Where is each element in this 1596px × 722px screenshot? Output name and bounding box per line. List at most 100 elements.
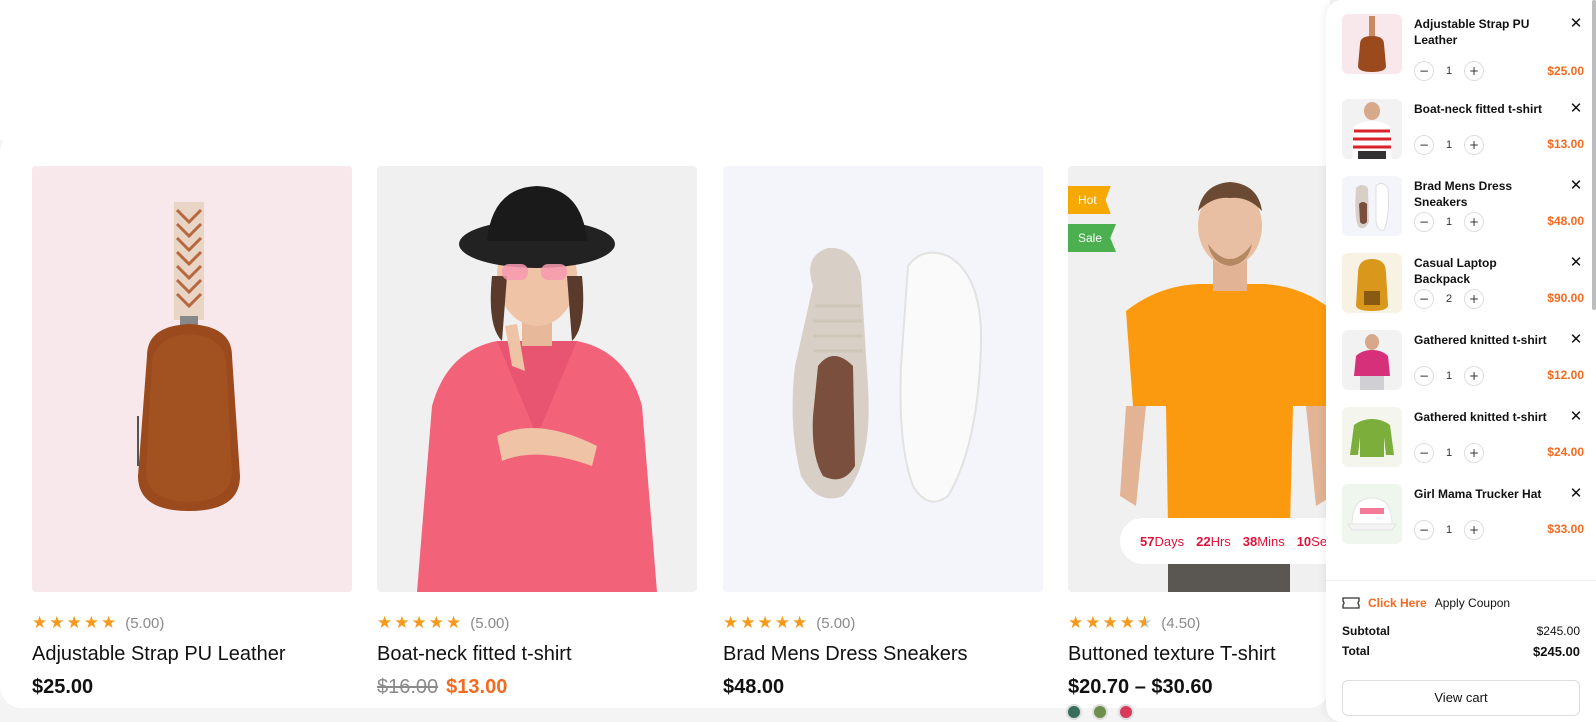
mini-cart-panel: Adjustable Strap PU Leather ✕ − 1 + $25.… bbox=[1326, 0, 1596, 722]
price: $25.00 bbox=[32, 676, 94, 698]
product-card[interactable]: Hot Sale 57Days 22Hrs 38Mins 10Sec ★★★★★… bbox=[1068, 166, 1330, 699]
quantity-value[interactable]: 1 bbox=[1434, 524, 1464, 536]
increase-qty-button[interactable]: + bbox=[1464, 289, 1484, 309]
quantity-value[interactable]: 1 bbox=[1434, 447, 1464, 459]
countdown-days: 57Days bbox=[1140, 533, 1185, 549]
quantity-value[interactable]: 1 bbox=[1434, 139, 1464, 151]
quantity-value[interactable]: 1 bbox=[1434, 216, 1464, 228]
product-image-woman-dress[interactable] bbox=[377, 166, 697, 592]
increase-qty-button[interactable]: + bbox=[1464, 135, 1484, 155]
increase-qty-button[interactable]: + bbox=[1464, 443, 1484, 463]
cart-item-title[interactable]: Girl Mama Trucker Hat bbox=[1414, 486, 1552, 502]
cart-item-title[interactable]: Boat-neck fitted t-shirt bbox=[1414, 101, 1552, 117]
cart-item: Casual Laptop Backpack ✕ − 2 + $90.00 bbox=[1342, 253, 1584, 317]
half-star-icon: ★ bbox=[1137, 613, 1154, 633]
decrease-qty-button[interactable]: − bbox=[1414, 443, 1434, 463]
decrease-qty-button[interactable]: − bbox=[1414, 520, 1434, 540]
cart-item-thumbnail[interactable] bbox=[1342, 407, 1402, 467]
rating: ★★★★★ (4.50) bbox=[1068, 613, 1330, 633]
color-swatch[interactable] bbox=[1066, 704, 1082, 720]
product-price: $16.00 $13.00 bbox=[377, 676, 697, 699]
sale-price: $13.00 bbox=[446, 676, 508, 698]
total-row: Total $245.00 bbox=[1342, 644, 1580, 659]
cart-item-price: $13.00 bbox=[1547, 137, 1584, 151]
cart-item-thumbnail[interactable] bbox=[1342, 253, 1402, 313]
total-label: Total bbox=[1342, 644, 1370, 658]
quantity-value[interactable]: 1 bbox=[1434, 65, 1464, 77]
cart-item-title[interactable]: Adjustable Strap PU Leather bbox=[1414, 16, 1552, 48]
quantity-stepper: − 1 + bbox=[1414, 443, 1484, 463]
decrease-qty-button[interactable]: − bbox=[1414, 212, 1434, 232]
increase-qty-button[interactable]: + bbox=[1464, 212, 1484, 232]
countdown-seconds: 10Sec bbox=[1296, 533, 1330, 549]
view-cart-button[interactable]: View cart bbox=[1342, 680, 1580, 716]
cart-item: Gathered knitted t-shirt ✕ − 1 + $24.00 bbox=[1342, 407, 1584, 471]
color-swatch[interactable] bbox=[1092, 704, 1108, 720]
remove-item-close-icon[interactable]: ✕ bbox=[1568, 101, 1584, 117]
cart-item-price: $24.00 bbox=[1547, 445, 1584, 459]
rating-value: (5.00) bbox=[470, 614, 510, 632]
product-card[interactable]: ★★★★★ (5.00) Boat-neck fitted t-shirt $1… bbox=[377, 166, 697, 699]
price-range: $20.70 – $30.60 bbox=[1068, 676, 1213, 698]
cart-item-price: $25.00 bbox=[1547, 64, 1584, 78]
divider bbox=[1326, 580, 1596, 581]
cart-item-title[interactable]: Brad Mens Dress Sneakers bbox=[1414, 178, 1552, 210]
cart-item-price: $90.00 bbox=[1547, 291, 1584, 305]
decrease-qty-button[interactable]: − bbox=[1414, 289, 1434, 309]
increase-qty-button[interactable]: + bbox=[1464, 520, 1484, 540]
cart-item-thumbnail[interactable] bbox=[1342, 99, 1402, 159]
rating-value: (4.50) bbox=[1161, 614, 1201, 632]
product-card[interactable]: ★★★★★ (5.00) Brad Mens Dress Sneakers $4… bbox=[723, 166, 1043, 699]
quantity-stepper: − 1 + bbox=[1414, 61, 1484, 81]
decrease-qty-button[interactable]: − bbox=[1414, 61, 1434, 81]
subtotal-label: Subtotal bbox=[1342, 624, 1390, 638]
product-price: $20.70 – $30.60 bbox=[1068, 676, 1330, 699]
product-name[interactable]: Brad Mens Dress Sneakers bbox=[723, 643, 1043, 666]
remove-item-close-icon[interactable]: ✕ bbox=[1568, 332, 1584, 348]
cart-item-title[interactable]: Gathered knitted t-shirt bbox=[1414, 332, 1552, 348]
cart-item: Adjustable Strap PU Leather ✕ − 1 + $25.… bbox=[1342, 14, 1584, 81]
quantity-value[interactable]: 1 bbox=[1434, 370, 1464, 382]
product-name[interactable]: Adjustable Strap PU Leather bbox=[32, 643, 352, 666]
cart-item-thumbnail[interactable] bbox=[1342, 330, 1402, 390]
remove-item-close-icon[interactable]: ✕ bbox=[1568, 255, 1584, 271]
remove-item-close-icon[interactable]: ✕ bbox=[1568, 409, 1584, 425]
remove-item-close-icon[interactable]: ✕ bbox=[1568, 178, 1584, 194]
rating-value: (5.00) bbox=[125, 614, 165, 632]
cart-item-title[interactable]: Casual Laptop Backpack bbox=[1414, 255, 1552, 287]
product-grid: ★★★★★ (5.00) Adjustable Strap PU Leather… bbox=[0, 0, 1330, 722]
product-card[interactable]: ★★★★★ (5.00) Adjustable Strap PU Leather… bbox=[32, 166, 352, 699]
quantity-value[interactable]: 2 bbox=[1434, 293, 1464, 305]
ticket-icon bbox=[1342, 597, 1360, 609]
decrease-qty-button[interactable]: − bbox=[1414, 135, 1434, 155]
quantity-stepper: − 1 + bbox=[1414, 212, 1484, 232]
cart-item-price: $33.00 bbox=[1547, 522, 1584, 536]
quantity-stepper: − 2 + bbox=[1414, 289, 1484, 309]
increase-qty-button[interactable]: + bbox=[1464, 366, 1484, 386]
product-image-man-tshirt[interactable]: Hot Sale 57Days 22Hrs 38Mins 10Sec bbox=[1068, 166, 1330, 592]
scrollbar[interactable] bbox=[1592, 0, 1596, 310]
remove-item-close-icon[interactable]: ✕ bbox=[1568, 486, 1584, 502]
cart-item-title[interactable]: Gathered knitted t-shirt bbox=[1414, 409, 1552, 425]
product-price: $25.00 bbox=[32, 676, 352, 699]
product-name[interactable]: Buttoned texture T-shirt bbox=[1068, 643, 1330, 666]
decrease-qty-button[interactable]: − bbox=[1414, 366, 1434, 386]
cart-item-thumbnail[interactable] bbox=[1342, 14, 1402, 74]
product-image-bag[interactable] bbox=[32, 166, 352, 592]
cart-item-thumbnail[interactable] bbox=[1342, 176, 1402, 236]
cart-item: Boat-neck fitted t-shirt ✕ − 1 + $13.00 bbox=[1342, 99, 1584, 163]
color-swatch[interactable] bbox=[1118, 704, 1134, 720]
product-image-sneakers[interactable] bbox=[723, 166, 1043, 592]
page: ★★★★★ (5.00) Adjustable Strap PU Leather… bbox=[0, 0, 1596, 722]
apply-coupon-link[interactable]: Click Here bbox=[1368, 596, 1427, 610]
remove-item-close-icon[interactable]: ✕ bbox=[1568, 16, 1584, 32]
countdown-timer: 57Days 22Hrs 38Mins 10Sec bbox=[1120, 518, 1330, 564]
rating-value: (5.00) bbox=[816, 614, 856, 632]
price: $48.00 bbox=[723, 676, 785, 698]
product-price: $48.00 bbox=[723, 676, 1043, 699]
cart-item-thumbnail[interactable] bbox=[1342, 484, 1402, 544]
product-name[interactable]: Boat-neck fitted t-shirt bbox=[377, 643, 697, 666]
quantity-stepper: − 1 + bbox=[1414, 135, 1484, 155]
cart-item-price: $12.00 bbox=[1547, 368, 1584, 382]
increase-qty-button[interactable]: + bbox=[1464, 61, 1484, 81]
